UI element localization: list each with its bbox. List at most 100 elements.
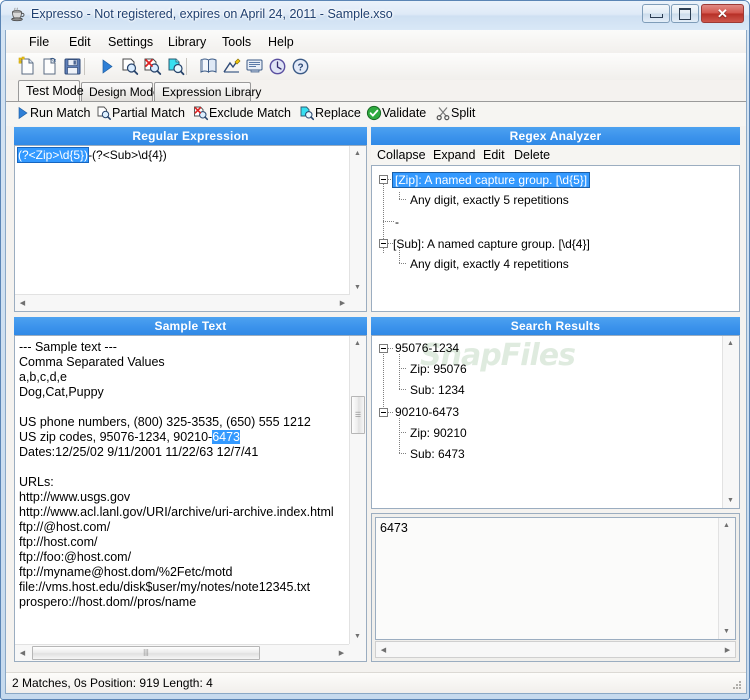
split-scissors-icon[interactable] <box>435 105 451 121</box>
maximize-button[interactable] <box>671 4 699 23</box>
split-action[interactable]: Split <box>451 106 475 120</box>
close-icon: ✕ <box>717 6 728 21</box>
resize-grip-icon[interactable] <box>731 679 743 691</box>
menu-file[interactable]: File <box>24 34 54 50</box>
analyzer-edit-button[interactable]: Edit <box>483 148 505 162</box>
analyzer-node-sub-detail[interactable]: Any digit, exactly 4 repetitions <box>410 257 569 271</box>
scroll-up-icon[interactable]: ▲ <box>723 336 738 351</box>
menu-settings[interactable]: Settings <box>103 34 158 50</box>
match-detail-textarea[interactable]: 6473 ▲ ▼ <box>375 517 736 640</box>
exclude-match-icon[interactable] <box>142 56 164 77</box>
analyzer-node-zip[interactable]: [Zip]: A named capture group. [\d{5}] <box>391 172 591 188</box>
scroll-up-icon[interactable]: ▲ <box>350 146 365 161</box>
tree-expander-icon[interactable] <box>379 408 388 417</box>
regex-analyzer-tree[interactable]: [Zip]: A named capture group. [\d{5}] An… <box>371 165 740 312</box>
exclude-match-action[interactable]: Exclude Match <box>209 106 291 120</box>
sample-line: ftp://host.com/ <box>19 535 98 549</box>
partial-match-icon[interactable] <box>119 56 141 77</box>
regex-vertical-scrollbar[interactable]: ▲ ▼ <box>349 146 366 295</box>
result-node-sub-2[interactable]: Sub: 6473 <box>410 447 465 461</box>
library-icon[interactable] <box>198 56 220 77</box>
play-triangle-icon[interactable] <box>15 105 31 121</box>
match-detail-vertical-scrollbar[interactable]: ▲ ▼ <box>718 518 735 639</box>
history-clock-icon[interactable] <box>267 56 289 77</box>
menu-edit[interactable]: Edit <box>64 34 96 50</box>
scroll-down-icon[interactable]: ▼ <box>723 493 738 508</box>
tree-line <box>399 389 407 390</box>
save-icon[interactable] <box>62 56 84 77</box>
close-button[interactable]: ✕ <box>701 4 744 23</box>
report-icon[interactable] <box>244 56 266 77</box>
search-results-title: Search Results <box>371 317 740 335</box>
partial-match-action[interactable]: Partial Match <box>112 106 185 120</box>
tab-design-mode[interactable]: Design Mode <box>81 82 160 101</box>
result-node-match-2[interactable]: 90210-6473 <box>395 405 459 419</box>
analyzer-node-literal[interactable]: - <box>395 215 399 229</box>
tree-expander-icon[interactable] <box>379 175 388 184</box>
regular-expression-editor[interactable]: (?<Zip>\d{5})-(?<Sub>\d{4}) ▲ ▼ ◀ ▶ <box>14 145 367 312</box>
scroll-down-icon[interactable]: ▼ <box>350 629 365 644</box>
coffee-cup-icon <box>11 7 25 22</box>
sample-text-editor[interactable]: --- Sample text --- Comma Separated Valu… <box>14 335 367 662</box>
sample-line: ftp://myname@host.dom/%2Fetc/motd <box>19 565 233 579</box>
analyzer-delete-button[interactable]: Delete <box>514 148 550 162</box>
result-node-zip-1[interactable]: Zip: 95076 <box>410 362 467 376</box>
menu-library[interactable]: Library <box>163 34 211 50</box>
sample-line-zip-prefix: US zip codes, 95076-1234, 90210- <box>19 430 213 444</box>
scroll-thumb-grip: ☰ <box>354 412 362 419</box>
scroll-left-icon[interactable]: ◀ <box>376 642 391 657</box>
replace-icon[interactable] <box>165 56 187 77</box>
scroll-right-icon[interactable]: ▶ <box>335 295 350 310</box>
run-match-icon[interactable] <box>96 56 118 77</box>
scroll-left-icon[interactable]: ◀ <box>15 645 30 660</box>
analyzer-node-sub[interactable]: [Sub]: A named capture group. [\d{4}] <box>393 237 590 251</box>
tree-expander-icon[interactable] <box>379 239 388 248</box>
exclude-match-icon[interactable] <box>193 105 209 121</box>
scroll-right-icon[interactable]: ▶ <box>720 642 735 657</box>
scroll-up-icon[interactable]: ▲ <box>350 336 365 351</box>
tab-test-mode[interactable]: Test Mode <box>18 80 84 101</box>
validate-check-icon[interactable] <box>366 105 382 121</box>
new-document-icon[interactable] <box>16 56 38 77</box>
scroll-left-icon[interactable]: ◀ <box>15 295 30 310</box>
tree-expander-icon[interactable] <box>379 344 388 353</box>
menu-tools[interactable]: Tools <box>217 34 256 50</box>
sample-text-vertical-scrollbar[interactable]: ▲ ☰ ▼ <box>349 336 366 644</box>
scroll-up-icon[interactable]: ▲ <box>719 518 734 533</box>
analyzer-expand-button[interactable]: Expand <box>433 148 475 162</box>
title-bar: Expresso - Not registered, expires on Ap… <box>1 1 749 30</box>
tab-expression-library[interactable]: Expression Library <box>154 82 261 101</box>
results-vertical-scrollbar[interactable]: ▲ ▼ <box>722 336 739 508</box>
open-document-icon[interactable] <box>39 56 61 77</box>
search-results-tree[interactable]: SnapFiles 95076-1234 Zip: 95076 Sub: 123… <box>371 335 740 509</box>
scrollbar-corner <box>349 644 366 661</box>
match-detail-horizontal-scrollbar[interactable]: ◀ ▶ <box>375 641 736 658</box>
sample-text-horizontal-scrollbar[interactable]: ◀ ||| ▶ <box>15 644 349 661</box>
regex-expression-text: (?<Zip>\d{5})-(?<Sub>\d{4}) <box>16 147 167 163</box>
analyzer-collapse-button[interactable]: Collapse <box>377 148 426 162</box>
minimize-button[interactable] <box>642 4 670 23</box>
menu-help[interactable]: Help <box>263 34 299 50</box>
sample-line: http://www.acl.lanl.gov/URI/archive/uri-… <box>19 505 334 519</box>
run-match-action[interactable]: Run Match <box>30 106 90 120</box>
horizontal-scroll-thumb[interactable]: ||| <box>32 646 260 660</box>
sample-line: ftp://@host.com/ <box>19 520 111 534</box>
design-chart-icon[interactable] <box>221 56 243 77</box>
result-node-zip-2[interactable]: Zip: 90210 <box>410 426 467 440</box>
vertical-scroll-thumb[interactable]: ☰ <box>351 396 365 434</box>
validate-action[interactable]: Validate <box>382 106 426 120</box>
result-node-match-1[interactable]: 95076-1234 <box>395 341 459 355</box>
regex-analyzer-panel: Regex Analyzer Collapse Expand Edit Dele… <box>371 127 740 312</box>
result-node-sub-1[interactable]: Sub: 1234 <box>410 383 465 397</box>
replace-action[interactable]: Replace <box>315 106 361 120</box>
analyzer-node-zip-detail[interactable]: Any digit, exactly 5 repetitions <box>410 193 569 207</box>
scroll-down-icon[interactable]: ▼ <box>719 624 734 639</box>
regex-analyzer-title: Regex Analyzer <box>371 127 740 145</box>
sample-line: --- Sample text --- <box>19 340 117 354</box>
replace-icon[interactable] <box>299 105 315 121</box>
partial-match-icon[interactable] <box>96 105 112 121</box>
scroll-right-icon[interactable]: ▶ <box>334 645 349 660</box>
help-icon[interactable]: ? <box>290 56 312 77</box>
regex-horizontal-scrollbar[interactable]: ◀ ▶ <box>15 294 350 311</box>
scroll-down-icon[interactable]: ▼ <box>350 280 365 295</box>
